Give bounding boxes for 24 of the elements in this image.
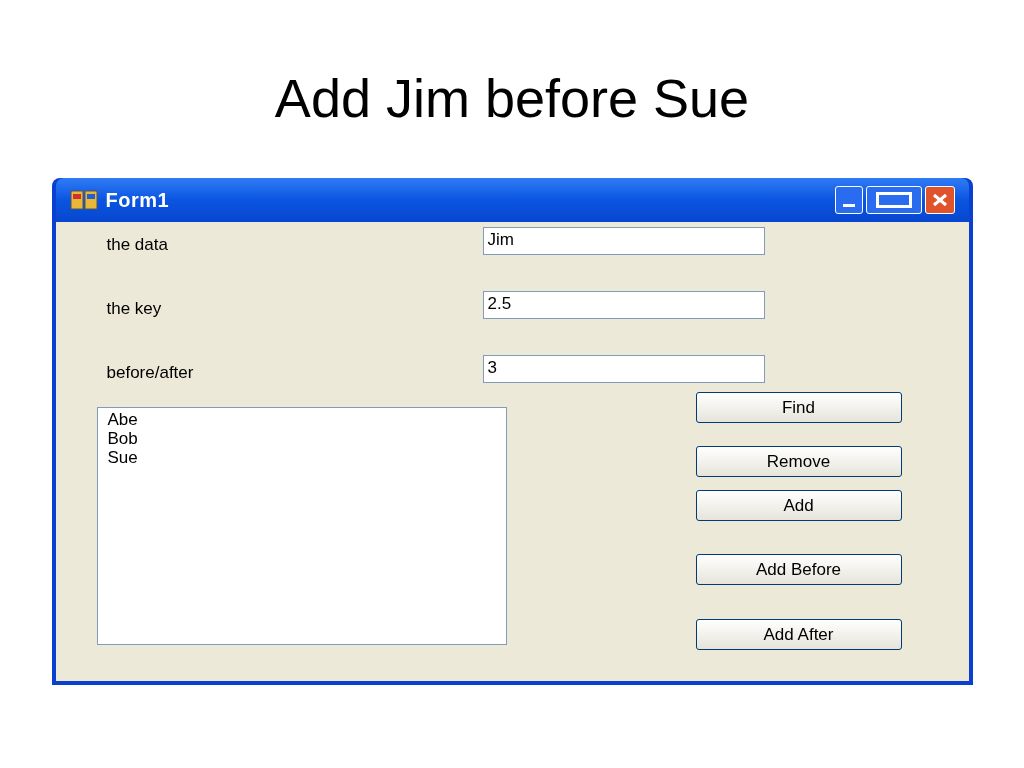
maximize-button[interactable] [865, 186, 922, 214]
form-button[interactable]: Find [695, 392, 902, 423]
form-button[interactable]: Remove [695, 446, 902, 477]
list-item[interactable]: Abe [107, 410, 496, 429]
slide-title: Add Jim before Sue [274, 67, 750, 130]
close-button[interactable] [924, 186, 955, 214]
minimize-button[interactable] [834, 186, 863, 214]
minimize-icon [842, 204, 855, 207]
close-icon [931, 193, 948, 207]
text-field[interactable]: Jim [482, 227, 765, 255]
field-label: the key [106, 298, 163, 321]
text-field[interactable]: 3 [482, 355, 765, 383]
list-item[interactable]: Sue [107, 448, 496, 467]
form-button[interactable]: Add After [695, 619, 902, 650]
form-button[interactable]: Add [695, 490, 902, 521]
field-label: before/after [106, 362, 195, 385]
maximize-icon [875, 192, 912, 208]
text-field[interactable]: 2.5 [482, 291, 765, 319]
window-title: Form1 [105, 188, 170, 213]
field-label: the data [106, 234, 169, 257]
list-item[interactable]: Bob [107, 429, 496, 448]
form-icon [69, 190, 98, 210]
list-box[interactable]: Abe Bob Sue [96, 407, 507, 645]
form-button[interactable]: Add Before [695, 554, 902, 585]
